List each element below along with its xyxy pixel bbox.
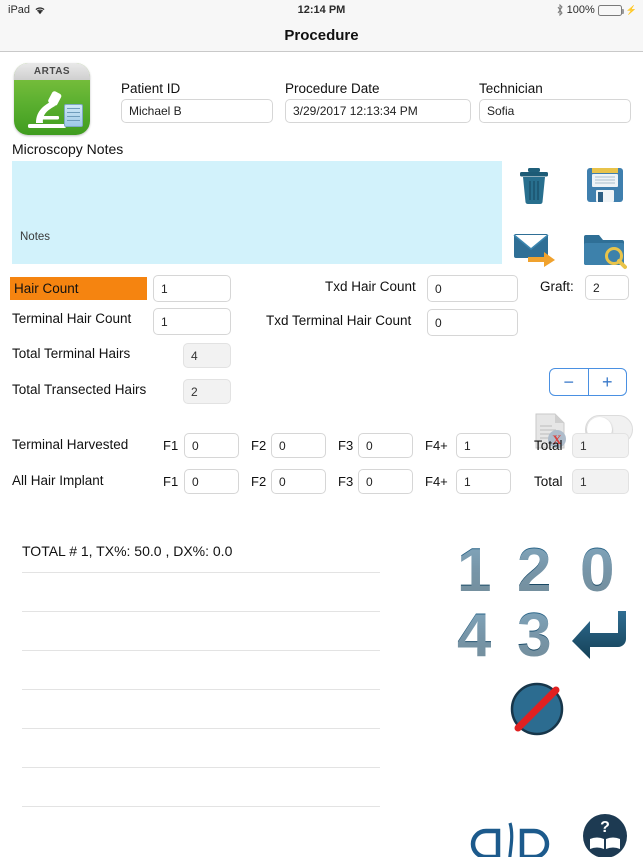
email-send-icon[interactable]	[512, 228, 558, 275]
nav-bar: Procedure	[0, 20, 643, 52]
patient-id-label: Patient ID	[121, 81, 181, 96]
table-row-divider	[22, 650, 380, 651]
technician-input[interactable]: Sofia	[479, 99, 631, 123]
all-hair-implant-f3-input[interactable]: 0	[358, 469, 413, 494]
microscopy-notes-input[interactable]: Notes	[12, 161, 502, 264]
status-right: 100% ⚡	[556, 3, 637, 17]
keypad-key-0[interactable]: 0	[580, 540, 614, 602]
charging-bolt-icon: ⚡	[625, 4, 637, 15]
trash-icon[interactable]	[512, 163, 556, 212]
all-hair-implant-f4-label: F4+	[425, 474, 448, 489]
svg-text:?: ?	[600, 819, 610, 836]
rr-logo: ™	[452, 809, 572, 857]
terminal-harvested-f4-label: F4+	[425, 438, 448, 453]
logo-brand-band: ARTAS	[14, 63, 90, 80]
graft-decrement-button[interactable]: −	[550, 369, 589, 395]
terminal-harvested-label: Terminal Harvested	[12, 437, 129, 452]
graft-stepper[interactable]: − +	[549, 368, 627, 396]
artas-app-logo: ARTAS	[14, 63, 90, 135]
total-transected-hairs-value: 2	[183, 379, 231, 404]
terminal-hair-count-input[interactable]: 1	[153, 308, 231, 335]
txd-terminal-hair-count-input[interactable]: 0	[427, 309, 518, 336]
procedure-date-input[interactable]: 3/29/2017 12:13:34 PM	[285, 99, 471, 123]
txd-hair-count-input[interactable]: 0	[427, 275, 518, 302]
all-hair-implant-label: All Hair Implant	[12, 473, 104, 488]
table-row-divider	[22, 806, 380, 807]
table-row-divider	[22, 611, 380, 612]
terminal-harvested-total-value: 1	[572, 433, 629, 458]
graft-input[interactable]: 2	[585, 275, 629, 300]
graft-increment-button[interactable]: +	[589, 369, 627, 395]
summary-total-text: TOTAL # 1, TX%: 50.0 , DX%: 0.0	[22, 543, 233, 559]
status-time: 12:14 PM	[297, 4, 346, 16]
status-bar: iPad 12:14 PM 100% ⚡	[0, 0, 643, 20]
keypad-key-3[interactable]: 3	[517, 605, 551, 667]
logo-screen-icon	[64, 104, 83, 127]
txd-terminal-hair-count-label: Txd Terminal Hair Count	[266, 313, 412, 328]
hair-count-label[interactable]: Hair Count	[10, 277, 147, 300]
all-hair-implant-f2-label: F2	[251, 474, 267, 489]
all-hair-implant-f2-input[interactable]: 0	[271, 469, 326, 494]
all-hair-implant-f3-label: F3	[338, 474, 354, 489]
terminal-hair-count-label: Terminal Hair Count	[12, 311, 132, 326]
all-hair-implant-f1-input[interactable]: 0	[184, 469, 239, 494]
page-title: Procedure	[284, 27, 359, 44]
battery-charging-icon	[597, 4, 624, 16]
patient-id-input[interactable]: Michael B	[121, 99, 273, 123]
help-book-icon[interactable]: ?	[582, 813, 628, 857]
total-transected-hairs-label: Total Transected Hairs	[12, 382, 147, 397]
battery-percent: 100%	[566, 4, 595, 16]
save-floppy-icon[interactable]	[583, 163, 627, 212]
table-row-divider	[22, 767, 380, 768]
total-terminal-hairs-value: 4	[183, 343, 231, 368]
terminal-harvested-f3-input[interactable]: 0	[358, 433, 413, 458]
terminal-harvested-f1-label: F1	[163, 438, 179, 453]
terminal-harvested-f3-label: F3	[338, 438, 354, 453]
bluetooth-icon	[556, 3, 564, 17]
graft-label: Graft:	[540, 279, 574, 294]
folder-search-icon[interactable]	[583, 228, 627, 275]
enter-return-icon[interactable]	[570, 605, 632, 672]
table-row-divider	[22, 728, 380, 729]
technician-label: Technician	[479, 81, 543, 96]
procedure-screen: iPad 12:14 PM 100% ⚡ Procedure ARTAS Pat…	[0, 0, 643, 857]
procedure-date-label: Procedure Date	[285, 81, 380, 96]
keypad-key-1[interactable]: 1	[457, 540, 491, 602]
logo-brand-text: ARTAS	[33, 66, 71, 77]
all-hair-implant-f1-label: F1	[163, 474, 179, 489]
all-hair-implant-total-label: Total	[534, 474, 563, 489]
terminal-harvested-f1-input[interactable]: 0	[184, 433, 239, 458]
content-area: ARTAS Patient ID Michael B Procedure Dat…	[0, 53, 643, 857]
keypad-key-2[interactable]: 2	[517, 540, 551, 602]
hair-count-input[interactable]: 1	[153, 275, 231, 302]
no-entry-slash-icon[interactable]	[506, 678, 568, 745]
table-row-divider	[22, 572, 380, 573]
table-row-divider	[22, 689, 380, 690]
all-hair-implant-f4-input[interactable]: 1	[456, 469, 511, 494]
terminal-harvested-f4-input[interactable]: 1	[456, 433, 511, 458]
all-hair-implant-total-value: 1	[572, 469, 629, 494]
microscopy-notes-label: Microscopy Notes	[12, 141, 124, 157]
keypad-key-4[interactable]: 4	[457, 605, 491, 667]
notes-placeholder: Notes	[20, 231, 51, 243]
terminal-harvested-f2-label: F2	[251, 438, 267, 453]
terminal-harvested-total-label: Total	[534, 438, 563, 453]
txd-hair-count-label: Txd Hair Count	[325, 279, 416, 294]
terminal-harvested-f2-input[interactable]: 0	[271, 433, 326, 458]
total-terminal-hairs-label: Total Terminal Hairs	[12, 346, 131, 361]
